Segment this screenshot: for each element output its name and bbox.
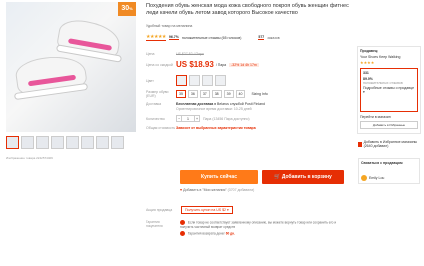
color-label: Цвет: [146, 78, 154, 83]
discount-price-row: Цена со скидкой US $18.93 / Пара -32% 1d…: [146, 60, 346, 69]
store-detail-link[interactable]: Подробные отзывы о продавце ▾: [363, 86, 415, 94]
wishlist-link[interactable]: ♥ Добавить в "Мои желания" (3707 добавил…: [180, 188, 254, 192]
store-name[interactable]: Your Shoes Keep Walking: [360, 55, 418, 59]
color-row: Цвет: [146, 75, 346, 86]
thumbnail[interactable]: [96, 136, 109, 149]
discount-badge-value: 30: [121, 5, 130, 12]
shipping-free: Бесплатная доставка: [176, 102, 214, 106]
store-stats-box: 331 89.0% положительных отзывов Подробны…: [360, 68, 418, 112]
product-title: Похудения обувь женская мода кожа свобод…: [146, 3, 349, 16]
quantity-input[interactable]: 1: [182, 115, 194, 122]
thumbnail[interactable]: [81, 136, 94, 149]
quantity-note: Пара (13456 Пара доступно): [203, 116, 250, 121]
rating-stars: ★★★★★: [146, 34, 166, 41]
size-option[interactable]: 35: [176, 90, 186, 98]
color-option[interactable]: [202, 75, 213, 86]
orders-count: 577: [258, 35, 265, 40]
thumbnail[interactable]: [21, 136, 34, 149]
wishlist-label: Добавить в "Мои желания": [183, 188, 227, 192]
coupon-row: Акция продавца Получить купон на US $2 ▾: [146, 206, 233, 214]
shipping-dest[interactable]: в Belarus службой Posti Finland: [214, 102, 265, 106]
thumbnail[interactable]: [111, 136, 124, 149]
coupon-label: Акция продавца: [146, 208, 173, 212]
favorite-store-text: Добавить в Избранное магазины (2640 доба…: [363, 140, 418, 148]
quantity-stepper: − 1 +: [176, 115, 200, 122]
add-to-cart-button[interactable]: 🛒 Добавить в корзину: [262, 170, 344, 184]
thumbnail[interactable]: [36, 136, 49, 149]
heart-icon: [358, 141, 362, 147]
guarantee-money: Гарантия возврата денег 60 дн.: [180, 231, 346, 237]
contact-head: Связаться с продавцом: [361, 161, 403, 165]
thumbnail[interactable]: [6, 136, 19, 149]
chat-icon: [361, 175, 367, 181]
store-link[interactable]: Перейти в магазин: [360, 115, 418, 119]
add-favorite-button[interactable]: Добавить в Избранные: [360, 121, 418, 129]
guarantee-line2: Гарантия возврата денег: [187, 231, 225, 236]
store-positive-label: положительных отзывов: [363, 81, 403, 85]
shipping-row: Доставка Бесплатная доставка в Belarus с…: [146, 102, 346, 111]
quantity-label: Количество: [146, 116, 165, 121]
thumbnail[interactable]: [66, 136, 79, 149]
add-to-cart-label: Добавить в корзину: [281, 174, 332, 180]
size-option[interactable]: 36: [187, 90, 198, 98]
size-option[interactable]: 37: [199, 90, 210, 98]
size-option[interactable]: 39: [223, 90, 234, 98]
old-price: US $27.82 / Пара: [176, 52, 204, 56]
discount-timer: -32% 1d 4h 17m: [229, 62, 259, 67]
wishlist-count: (3707 добавили): [227, 188, 255, 192]
image-note: Изображение товара 2242574409: [6, 156, 53, 160]
rating-percent[interactable]: 96.7%: [168, 35, 179, 40]
shipping-label: Доставка: [146, 102, 162, 106]
seller-title: Продавец:: [360, 49, 379, 53]
size-option[interactable]: 38: [211, 90, 222, 98]
total-value: Зависит от выбранных характеристик товар…: [176, 126, 256, 130]
money-icon: [180, 231, 185, 237]
contact-box: Связаться с продавцом Emily Lou: [358, 158, 420, 184]
wish-hint: Удобный товар на меланина: [146, 24, 193, 28]
color-option[interactable]: [215, 75, 226, 86]
size-info-link[interactable]: Sizing Info: [251, 92, 267, 96]
seller-extra: Добавить в Избранное магазины (2640 доба…: [358, 140, 420, 184]
size-option[interactable]: 40: [235, 90, 246, 98]
price-label: Цена: [146, 52, 155, 56]
thumbnail-strip: [6, 136, 124, 149]
heart-icon: ♥: [180, 188, 183, 192]
product-gallery: 30% Изображение товара 2242574409: [6, 2, 136, 160]
size-row: Размер обуви (EUR) 35 36 37 38 39 40 Siz…: [146, 90, 346, 98]
store-stars: ★★★★: [360, 60, 375, 65]
coupon-button[interactable]: Получить купон на US $2 ▾: [181, 206, 233, 214]
current-price: US $18.93: [176, 60, 214, 69]
buyer-guarantee: Гарантия покупателя Если товар не соотве…: [146, 220, 346, 237]
plus-button[interactable]: +: [194, 115, 200, 122]
store-score: 331: [363, 71, 369, 75]
color-option[interactable]: [176, 75, 187, 86]
color-option[interactable]: [189, 75, 200, 86]
discount-badge: 30%: [118, 2, 136, 16]
guarantee-line1: Если товар не соответствует заявленному …: [180, 220, 337, 229]
discount-price-label: Цена со скидкой: [146, 62, 173, 67]
favorite-store[interactable]: Добавить в Избранное магазины (2640 доба…: [358, 140, 420, 148]
rating-text[interactable]: положительные отзывы (65 голосов): [182, 36, 242, 40]
guarantee-days: 60 дн.: [225, 231, 235, 236]
buy-now-button[interactable]: Купить сейчас: [180, 170, 258, 184]
orders-label: заказов: [267, 35, 280, 40]
chat-user: Emily Lou: [369, 176, 385, 180]
thumbnail[interactable]: [51, 136, 64, 149]
chat-link[interactable]: Emily Lou: [361, 175, 417, 181]
guarantee-label: Гарантия покупателя: [146, 220, 163, 228]
total-label: Общая стоимость: [146, 126, 176, 130]
main-product-image[interactable]: 30%: [6, 2, 136, 132]
price-unit: / Пара: [215, 62, 227, 67]
guarantee-text: Если товар не соответствует заявленному …: [180, 220, 346, 237]
discount-badge-suffix: %: [129, 6, 133, 11]
shipping-time: Ориентировочное время доставки: 10-25 дн…: [176, 107, 252, 111]
quantity-row: Количество − 1 + Пара (13456 Пара доступ…: [146, 115, 346, 122]
seller-panel: Продавец: Your Shoes Keep Walking ★★★★ 3…: [357, 46, 421, 134]
size-label: Размер обуви (EUR): [146, 90, 169, 98]
product-info: Цена US $27.82 / Пара Цена со скидкой US…: [146, 52, 346, 134]
rating-row: ★★★★★ 96.7% положительные отзывы (65 гол…: [146, 34, 356, 41]
total-row: Общая стоимость Зависит от выбранных хар…: [146, 126, 346, 130]
old-price-row: Цена US $27.82 / Пара: [146, 52, 346, 56]
